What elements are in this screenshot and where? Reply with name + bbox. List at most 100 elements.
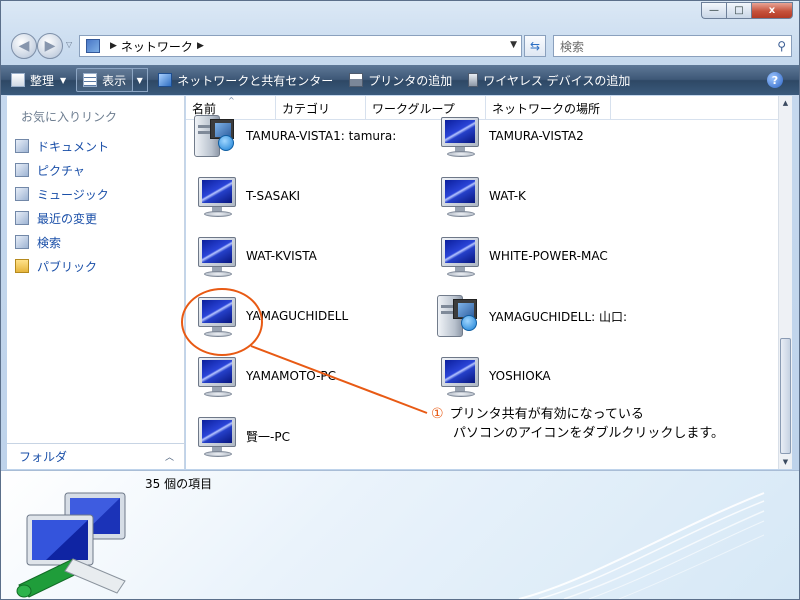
organize-icon [11,73,25,87]
navigation-bar: ◀ ▶ ▽ ▶ ネットワーク ▶ ▼ ⇆ 検索 ⚲ [1,31,799,61]
breadcrumb-separator-icon[interactable]: ▶ [197,41,204,51]
add-printer-button[interactable]: プリンタの追加 [343,68,458,92]
item-count: 35 個の項目 [145,477,213,491]
favorite-links-list: ドキュメント ピクチャ ミュージック 最近の変更 検索 パブリック [15,134,109,278]
sidebar-item-public[interactable]: パブリック [15,254,109,278]
forward-button[interactable]: ▶ [37,33,63,59]
chevron-up-icon: ︿ [164,453,174,463]
network-center-button[interactable]: ネットワークと共有センター [152,68,339,92]
list-item[interactable]: WAT-KVISTA [192,230,317,282]
list-item[interactable]: WHITE-POWER-MAC [435,230,608,282]
item-label: YAMAMOTO-PC [246,369,337,383]
close-button[interactable]: x [751,2,793,19]
details-pane: 35 個の項目 [1,470,799,599]
computer-icon [192,353,238,399]
annotation-line-1: ① プリンタ共有が有効になっている [431,405,724,424]
view-dropdown-button[interactable]: ▼ [132,68,149,92]
network-center-label: ネットワークと共有センター [177,73,334,88]
annotation-callout: ① プリンタ共有が有効になっている パソコンのアイコンをダブルクリックします。 [431,405,724,443]
computer-icon [435,353,481,399]
search-icon[interactable]: ⚲ [777,39,786,53]
organize-button[interactable]: 整理 ▼ [5,68,72,92]
view-label: 表示 [102,73,127,88]
sidebar-item-label: 最近の変更 [37,211,98,226]
item-label: YAMAGUCHIDELL: 山口: [489,309,628,324]
scrollbar-thumb[interactable] [780,338,791,454]
caption-buttons: — □ x [701,2,793,19]
recent-changes-icon [15,211,29,225]
list-item[interactable]: TAMURA-VISTA1: tamura: [192,110,396,162]
chevron-down-icon: ▼ [136,75,143,85]
item-label: 賢一-PC [246,429,290,444]
scroll-down-icon[interactable]: ▼ [779,455,792,469]
address-bar[interactable]: ▶ ネットワーク ▶ ▼ [79,35,522,57]
vertical-scrollbar[interactable]: ▲ ▼ [778,96,792,469]
chevron-down-icon: ▼ [60,75,67,85]
list-item[interactable]: YAMAMOTO-PC [192,350,336,402]
item-label: WAT-K [489,189,526,203]
folders-label: フォルダ [19,450,68,464]
address-dropdown-icon[interactable]: ▼ [510,40,517,50]
network-illustration-icon [16,492,126,598]
computer-icon [192,173,238,219]
sidebar-item-label: パブリック [37,259,98,274]
computer-icon [192,233,238,279]
breadcrumb-network[interactable]: ネットワーク [121,38,193,55]
folders-toggle[interactable]: フォルダ ︿ [7,443,184,469]
help-icon[interactable]: ? [767,72,783,88]
list-item[interactable]: TAMURA-VISTA2 [435,110,584,162]
recent-pages-dropdown[interactable]: ▽ [66,40,72,49]
command-bar: 整理 ▼ 表示 ▼ ネットワークと共有センター プリンタの追加 ワイヤレス デバ… [1,65,799,95]
add-wireless-label: ワイヤレス デバイスの追加 [483,73,631,88]
sort-ascending-icon: ^ [228,96,235,105]
decorative-swoosh [518,492,765,599]
computer-icon [435,233,481,279]
sidebar-item-label: 検索 [37,235,62,250]
shared-media-icon [435,293,481,339]
back-button[interactable]: ◀ [11,33,37,59]
search-placeholder: 検索 [560,39,585,54]
network-center-icon [158,73,173,87]
minimize-button[interactable]: — [701,2,726,19]
search-folder-icon [15,235,29,249]
list-item[interactable]: YAMAGUCHIDELL: 山口: [435,290,627,342]
network-icon [86,39,100,53]
maximize-button[interactable]: □ [726,2,751,19]
annotation-text-2: パソコンのアイコンをダブルクリックします。 [453,426,725,441]
music-icon [15,187,29,201]
scroll-up-icon[interactable]: ▲ [779,96,792,110]
add-printer-label: プリンタの追加 [368,73,453,88]
forward-arrow-icon: ▶ [44,38,56,54]
computer-icon [435,113,481,159]
sidebar-item-pictures[interactable]: ピクチャ [15,158,109,182]
sidebar-item-label: ドキュメント [37,139,110,154]
list-item[interactable]: YOSHIOKA [435,350,551,402]
sidebar-item-documents[interactable]: ドキュメント [15,134,109,158]
item-label: WAT-KVISTA [246,249,317,263]
list-item[interactable]: T-SASAKI [192,170,300,222]
item-label: WHITE-POWER-MAC [489,249,608,263]
annotation-number: ① [431,406,444,422]
sidebar-item-music[interactable]: ミュージック [15,182,109,206]
item-label: TAMURA-VISTA2 [489,129,584,143]
organize-label: 整理 [30,73,55,88]
refresh-icon: ⇆ [529,39,541,53]
view-button[interactable]: 表示 [76,68,134,92]
wireless-device-icon [468,73,479,87]
computer-icon [435,173,481,219]
navigation-pane: お気に入りリンク ドキュメント ピクチャ ミュージック 最近の変更 検索 パブリ… [7,96,185,469]
sidebar-item-recent-changes[interactable]: 最近の変更 [15,206,109,230]
item-label: TAMURA-VISTA1: tamura: [246,129,397,143]
sidebar-item-label: ミュージック [37,187,109,202]
search-input[interactable]: 検索 ⚲ [553,35,792,57]
item-label: YOSHIOKA [489,369,551,383]
item-label: T-SASAKI [246,189,301,203]
list-item[interactable]: WAT-K [435,170,526,222]
refresh-button[interactable]: ⇆ [524,35,546,57]
list-item[interactable]: 賢一-PC [192,410,290,462]
breadcrumb-separator-icon[interactable]: ▶ [110,41,117,51]
sidebar-item-search[interactable]: 検索 [15,230,109,254]
add-wireless-button[interactable]: ワイヤレス デバイスの追加 [462,68,636,92]
shared-media-icon [192,113,238,159]
explorer-window: — □ x ◀ ▶ ▽ ▶ ネットワーク ▶ ▼ ⇆ 検索 ⚲ 整理 ▼ 表示 [0,0,800,600]
